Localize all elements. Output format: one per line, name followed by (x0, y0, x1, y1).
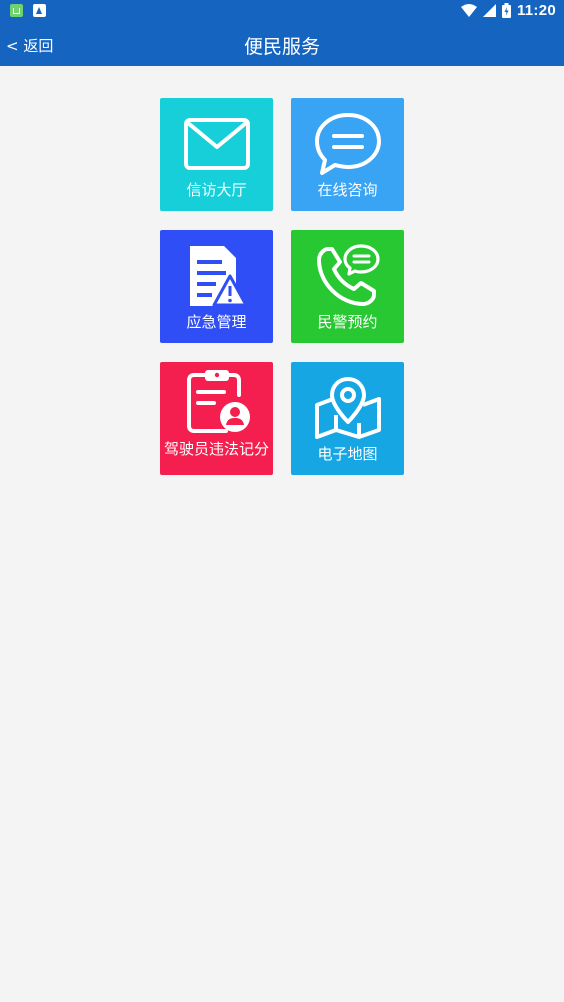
service-label: 民警预约 (317, 313, 378, 331)
service-tile-petition-hall[interactable]: 信访大厅 (160, 98, 273, 211)
status-bar: 11:20 (0, 0, 564, 24)
back-button[interactable]: < 返回 (6, 24, 53, 66)
back-label: < 返回 (6, 36, 54, 55)
service-label: 驾驶员违法记分 (164, 440, 270, 458)
page-title: 便民服务 (243, 35, 320, 58)
service-label: 电子地图 (317, 445, 378, 463)
service-tile-driver-violation-points[interactable]: 驾驶员违法记分 (160, 362, 273, 475)
app-notification-icon (10, 4, 23, 17)
service-tile-emergency-management[interactable]: 应急管理 (160, 230, 273, 343)
download-notification-icon (33, 4, 46, 17)
system-icons: 11:20 (460, 2, 556, 19)
clock: 11:20 (516, 2, 556, 19)
mail-icon (160, 108, 273, 180)
document-warning-icon (160, 240, 273, 312)
wifi-icon (460, 4, 477, 17)
service-tile-online-consult[interactable]: 在线咨询 (291, 98, 404, 211)
service-tile-police-appointment[interactable]: 民警预约 (291, 230, 404, 343)
clipboard-person-icon (160, 364, 273, 436)
map-pin-icon (291, 372, 404, 444)
service-tile-electronic-map[interactable]: 电子地图 (291, 362, 404, 475)
service-label: 信访大厅 (186, 181, 247, 199)
cell-signal-icon (482, 4, 496, 17)
battery-icon (501, 3, 511, 18)
chat-bubble-icon (291, 108, 404, 180)
nav-bar: < 返回 便民服务 (0, 24, 564, 66)
service-label: 在线咨询 (317, 181, 378, 199)
service-label: 应急管理 (186, 313, 247, 331)
notification-icons (10, 4, 46, 17)
phone-message-icon (291, 240, 404, 312)
